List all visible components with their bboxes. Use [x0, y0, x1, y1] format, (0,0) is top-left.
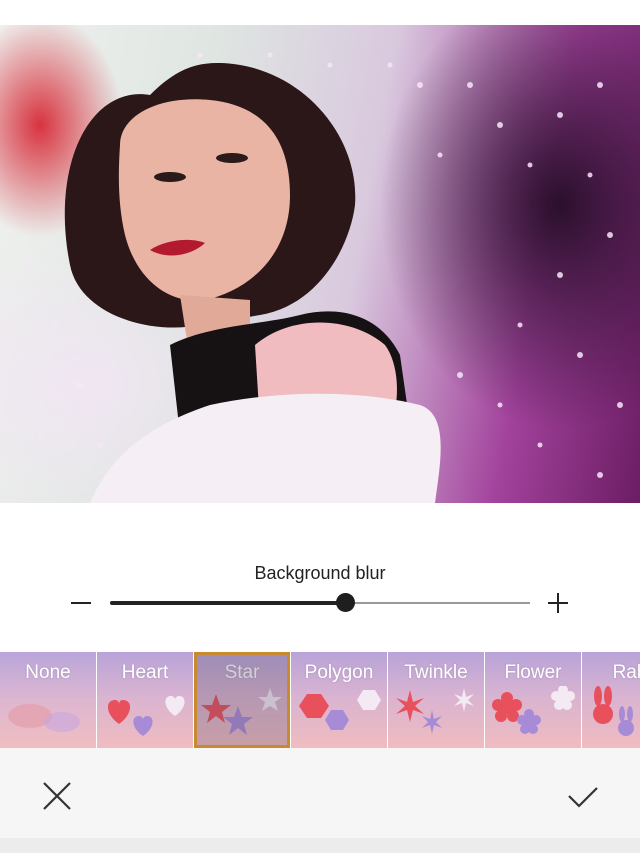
confirm-button[interactable] — [565, 778, 601, 814]
effect-twinkle[interactable]: Twinkle — [388, 652, 484, 748]
star-icon — [201, 688, 282, 735]
heart-icon — [107, 696, 185, 736]
slider-track — [345, 602, 530, 604]
photo-preview — [0, 25, 640, 503]
effect-star[interactable]: Star — [194, 652, 290, 748]
polygon-icon — [299, 690, 381, 730]
effect-none[interactable]: None — [0, 652, 96, 748]
bokeh-shape-selector: None Heart Star Polygon Twinkle Flower R… — [0, 652, 640, 748]
plus-icon — [548, 593, 568, 613]
effect-heart[interactable]: Heart — [97, 652, 193, 748]
effect-label: Heart — [121, 662, 169, 683]
blur-slider[interactable] — [110, 593, 530, 612]
slider-thumb[interactable] — [336, 593, 355, 612]
decrease-blur-button[interactable] — [64, 586, 98, 620]
effect-label: Rab — [612, 662, 640, 683]
rabbit-icon — [593, 686, 634, 736]
blur-swatch-icon — [8, 704, 80, 732]
minus-icon — [71, 602, 91, 604]
bottom-action-bar — [0, 748, 640, 838]
background-blur-title: Background blur — [254, 563, 386, 583]
checkmark-icon — [568, 787, 598, 808]
effect-label: None — [25, 662, 71, 683]
portrait-photo — [17, 52, 623, 503]
effect-rabbit[interactable]: Rab — [582, 652, 640, 748]
increase-blur-button[interactable] — [541, 586, 575, 620]
effect-polygon[interactable]: Polygon — [291, 652, 387, 748]
flower-icon — [492, 686, 575, 734]
effect-label: Flower — [504, 662, 562, 683]
effect-label: Polygon — [304, 662, 374, 683]
effect-label: Twinkle — [404, 662, 468, 683]
close-icon — [43, 782, 71, 810]
effect-flower[interactable]: Flower — [485, 652, 581, 748]
cancel-button[interactable] — [39, 778, 75, 814]
effect-label: Star — [224, 662, 260, 683]
twinkle-icon — [396, 688, 474, 734]
footer-strip — [0, 838, 640, 853]
slider-fill — [110, 601, 345, 605]
